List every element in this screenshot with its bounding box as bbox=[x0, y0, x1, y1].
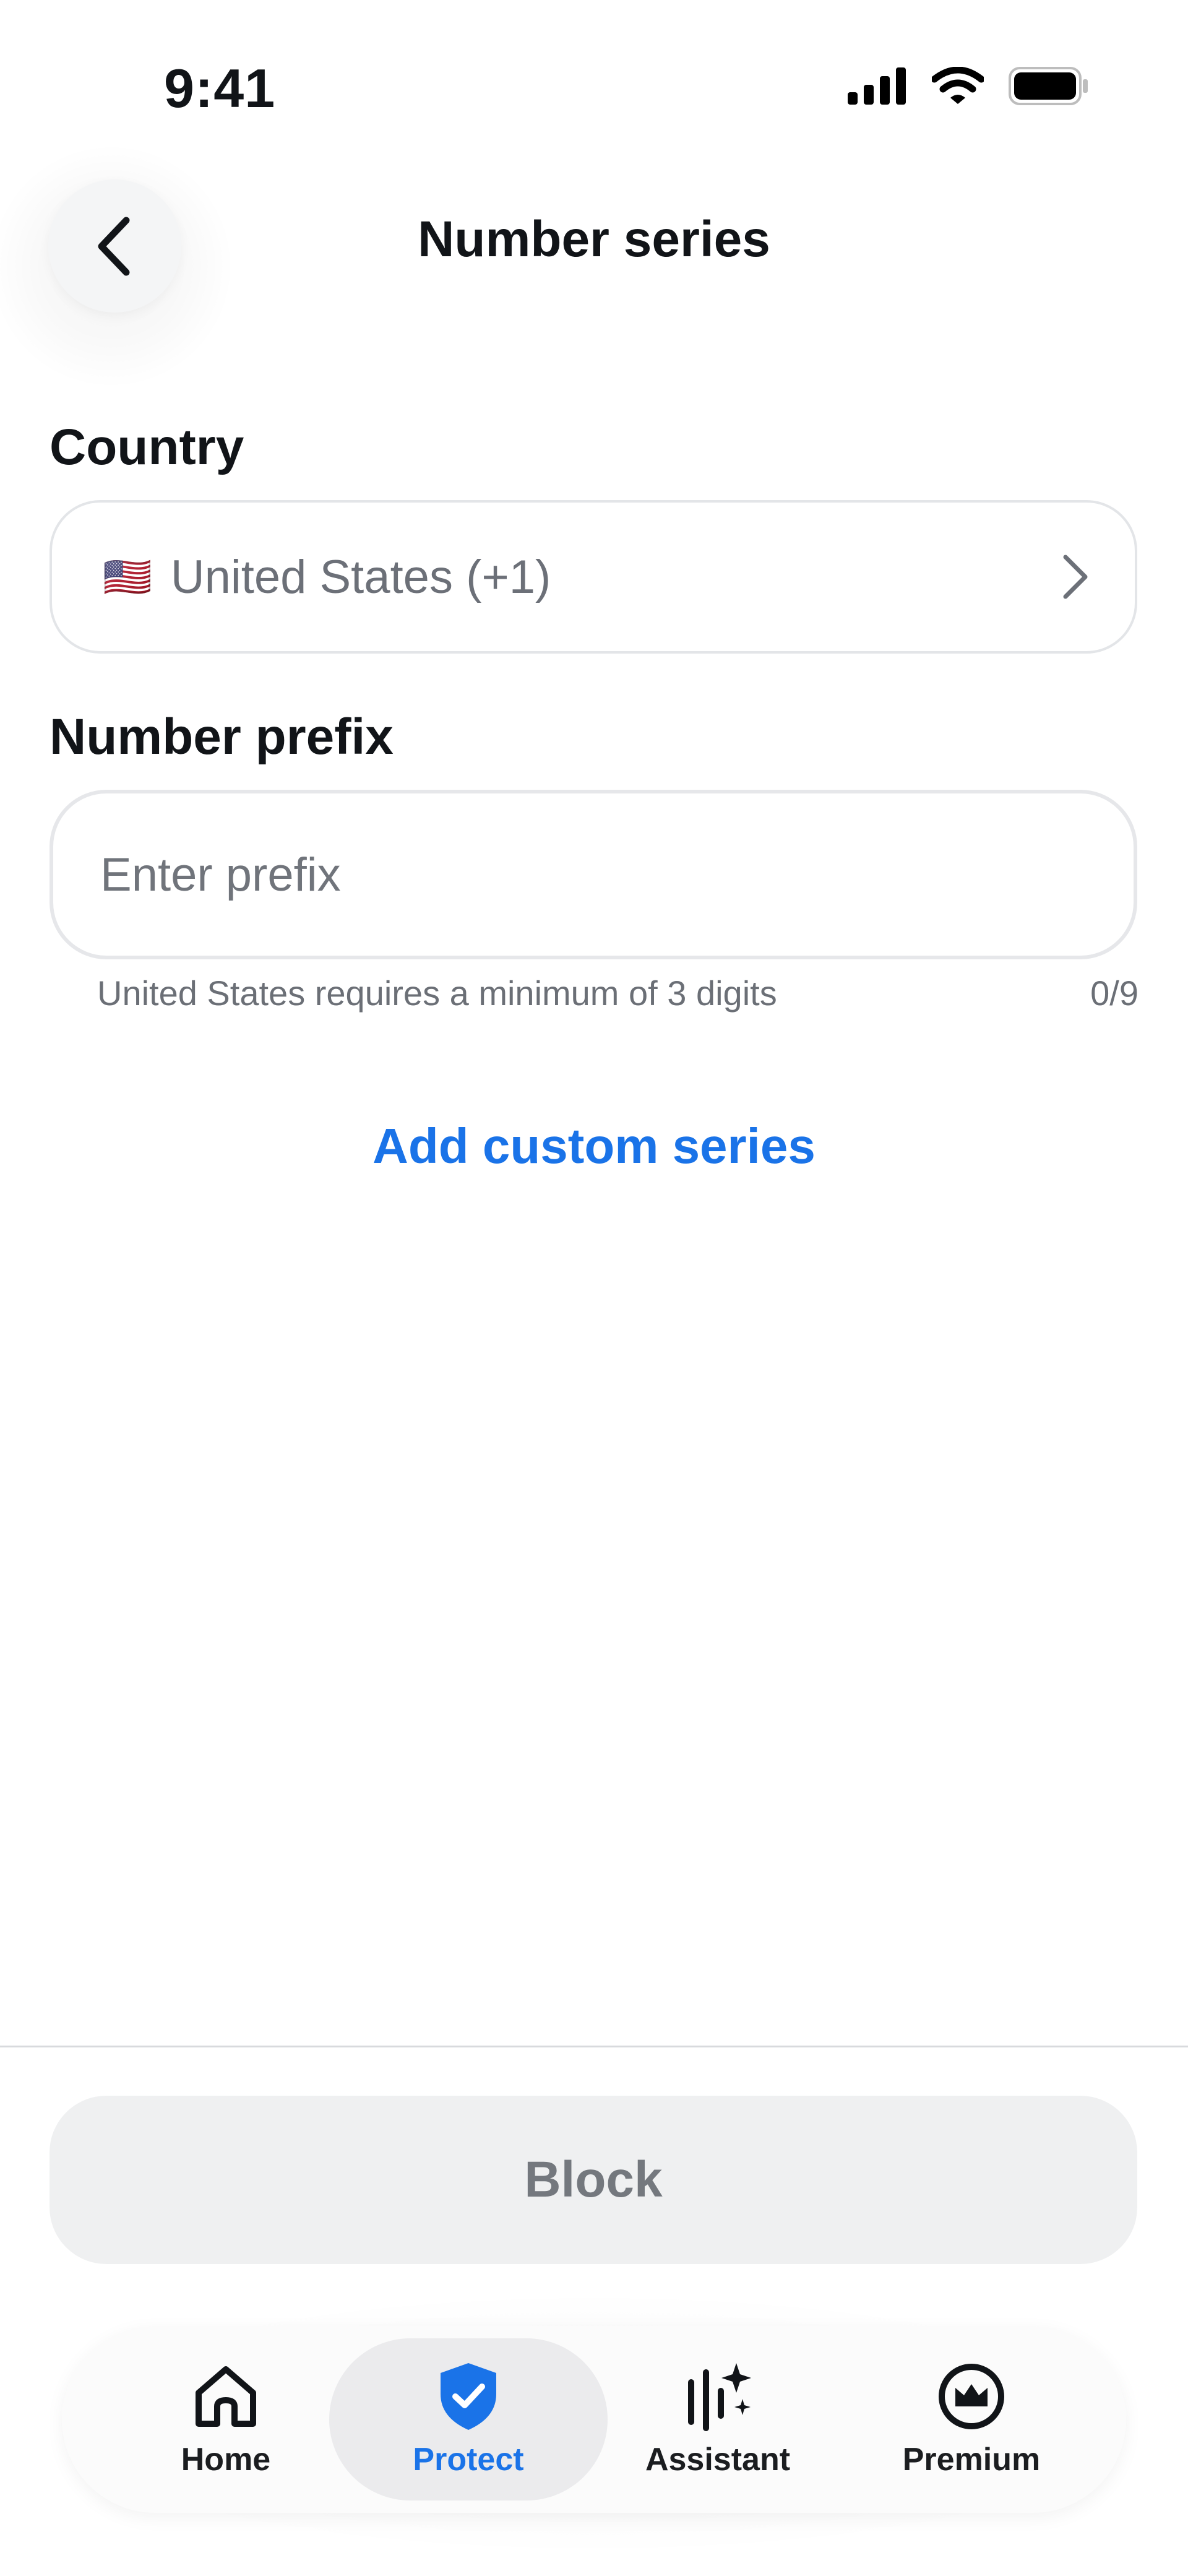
prefix-field[interactable] bbox=[50, 790, 1137, 959]
tab-premium-label: Premium bbox=[902, 2442, 1041, 2478]
chevron-right-icon bbox=[1063, 555, 1088, 599]
cellular-signal-icon bbox=[848, 67, 906, 105]
status-time: 9:41 bbox=[164, 58, 276, 119]
country-label: Country bbox=[50, 419, 244, 475]
crown-icon bbox=[939, 2364, 1004, 2429]
tab-assistant-label: Assistant bbox=[645, 2442, 791, 2478]
tab-bar: Home Protect Assistant Premium bbox=[62, 2326, 1126, 2513]
bottom-divider bbox=[0, 2046, 1188, 2047]
prefix-helper-text: United States requires a minimum of 3 di… bbox=[97, 974, 777, 1013]
number-prefix-label: Number prefix bbox=[50, 709, 394, 765]
tab-protect[interactable]: Protect bbox=[329, 2338, 608, 2500]
home-icon bbox=[196, 2366, 256, 2427]
add-custom-series-link[interactable]: Add custom series bbox=[0, 1118, 1188, 1175]
page-title: Number series bbox=[418, 211, 770, 267]
tab-home[interactable]: Home bbox=[142, 2338, 309, 2500]
prefix-input[interactable] bbox=[99, 847, 1134, 902]
block-button[interactable]: Block bbox=[50, 2096, 1137, 2264]
battery-icon bbox=[1009, 67, 1088, 105]
us-flag-icon: 🇺🇸 bbox=[103, 554, 152, 599]
shield-check-icon bbox=[441, 2363, 496, 2430]
tab-premium[interactable]: Premium bbox=[882, 2338, 1061, 2500]
country-selector[interactable]: 🇺🇸 United States (+1) bbox=[50, 500, 1137, 654]
prefix-character-count: 0/9 bbox=[1090, 974, 1138, 1013]
status-icons bbox=[848, 67, 1089, 105]
country-value: United States (+1) bbox=[170, 550, 551, 603]
assistant-sparkle-icon bbox=[688, 2363, 751, 2431]
wifi-icon bbox=[932, 67, 984, 104]
tab-protect-label: Protect bbox=[413, 2442, 524, 2478]
tab-home-label: Home bbox=[181, 2442, 271, 2478]
tab-assistant[interactable]: Assistant bbox=[622, 2338, 814, 2500]
status-bar: 9:41 bbox=[0, 0, 1188, 161]
